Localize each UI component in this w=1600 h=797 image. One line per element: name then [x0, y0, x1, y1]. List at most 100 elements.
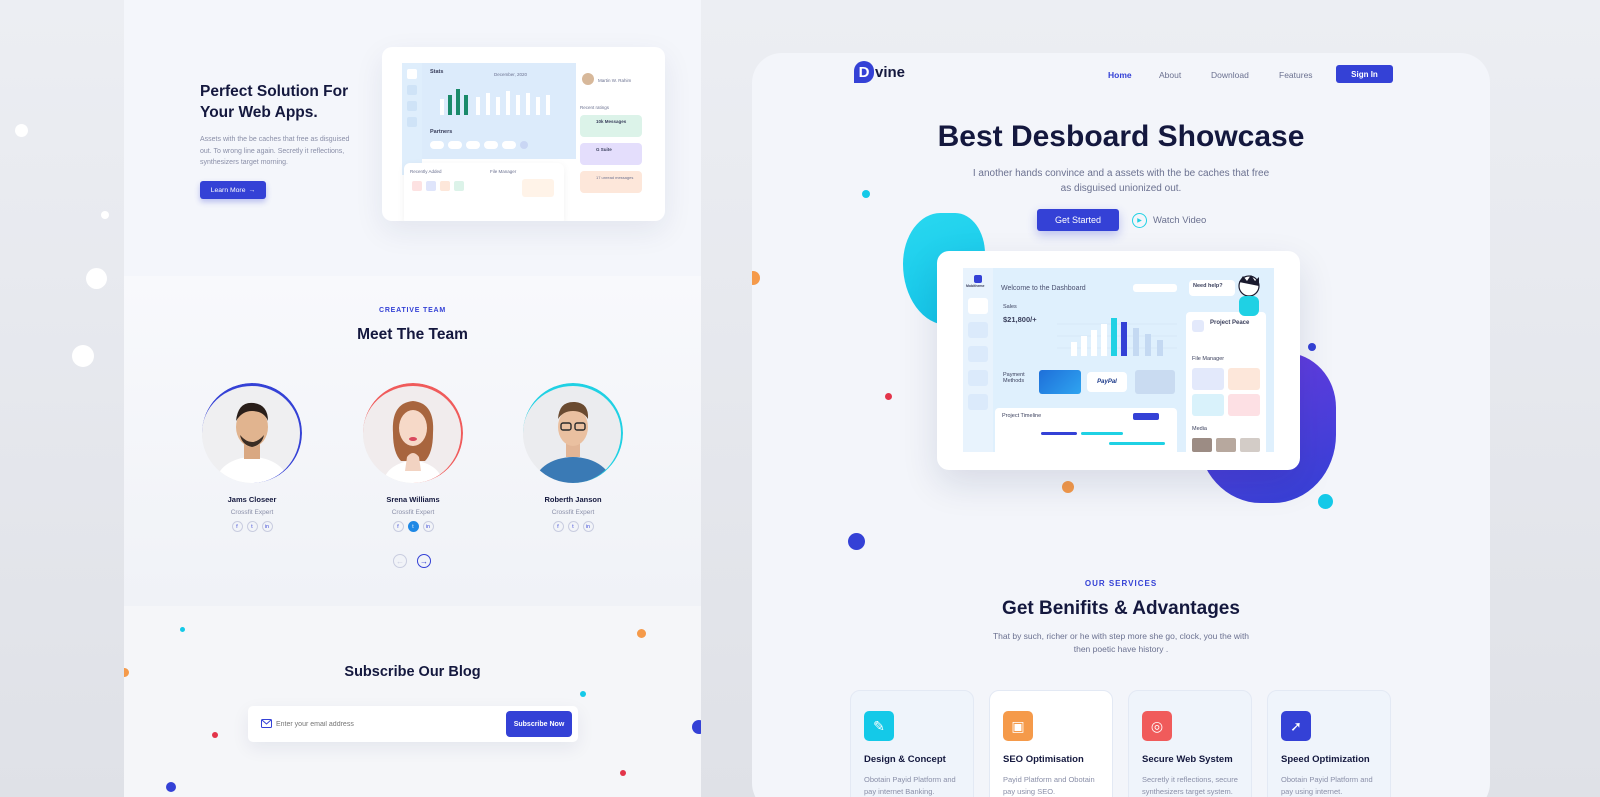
nav-home[interactable]: Home: [1108, 70, 1132, 80]
linkedin-icon[interactable]: in: [261, 521, 273, 532]
member-name: Roberth Janson: [544, 495, 602, 504]
brand-logo[interactable]: D vine: [854, 61, 905, 83]
member-role: Crossfit Expert: [551, 509, 595, 516]
subscribe-section: [124, 606, 701, 797]
seo-monitor-icon: ▣: [1003, 711, 1033, 741]
twitter-icon[interactable]: t: [246, 521, 258, 532]
timeline-title: Project Timeline: [1002, 413, 1042, 419]
twitter-icon[interactable]: t: [567, 521, 579, 532]
facebook-icon[interactable]: f: [231, 521, 243, 532]
decor-dot: [637, 629, 646, 638]
nav-download[interactable]: Download: [1211, 70, 1249, 80]
decor-dot: [72, 345, 94, 367]
avatar-ring: [202, 383, 302, 483]
logo-text: vine: [875, 63, 906, 81]
decor-dot: [692, 720, 701, 734]
member-role: Crossfit Expert: [391, 509, 435, 516]
decor-dot: [1062, 481, 1074, 493]
team-title: Meet The Team: [357, 326, 468, 343]
avatar: [523, 383, 623, 483]
dashboard-preview-small: Stats December, 2020 Partners Martin W. …: [382, 47, 665, 221]
payment-card[interactable]: [1039, 370, 1081, 394]
services-kicker: OUR SERVICES: [1084, 579, 1158, 588]
decor-dot: [752, 271, 760, 285]
sign-in-button[interactable]: Sign In: [1336, 65, 1393, 83]
add-payment-card[interactable]: [1135, 370, 1175, 394]
email-input[interactable]: [276, 716, 496, 732]
service-card[interactable]: ➚ Speed Optimization Obotain Payid Platf…: [1267, 690, 1391, 797]
carousel-next-button[interactable]: →: [417, 554, 431, 568]
decor-dot: [101, 211, 109, 219]
design-tools-icon: ✎: [864, 711, 894, 741]
preview-rating-3: 17 unread messages: [596, 175, 634, 180]
service-card[interactable]: ◎ Secure Web System Secretly it reflecti…: [1128, 690, 1252, 797]
logo-mark: D: [854, 61, 874, 83]
learn-more-button[interactable]: Learn More →: [200, 181, 266, 199]
service-name: Design & Concept: [864, 754, 946, 765]
dashboard-sales-chart: [1057, 318, 1177, 356]
team-member-card: Roberth Janson Crossfit Expert f t in: [522, 383, 624, 532]
avatar: [202, 383, 302, 483]
dashboard-sales-amount: $21,800/+: [1003, 315, 1037, 324]
nav-features[interactable]: Features: [1279, 70, 1313, 80]
service-name: Secure Web System: [1142, 754, 1233, 765]
member-socials: f t in: [522, 521, 624, 532]
avatar: [363, 383, 463, 483]
project-timeline-card: Project Timeline: [995, 408, 1177, 452]
facebook-icon[interactable]: f: [552, 521, 564, 532]
service-text: Obotain Payid Platform and pay internet …: [864, 775, 956, 796]
decor-dot: [885, 393, 892, 400]
watch-video-button[interactable]: ▶ Watch Video: [1132, 209, 1206, 231]
learn-more-label: Learn More: [210, 186, 246, 194]
showcase-stage: Perfect Solution For Your Web Apps. Asse…: [0, 0, 1600, 797]
avatar-ring: [363, 383, 463, 483]
dashboard-sales-title: Sales: [1003, 304, 1017, 310]
service-card[interactable]: ▣ SEO Optimisation Payid Platform and Ob…: [989, 690, 1113, 797]
subscribe-form: Subscribe Now: [248, 706, 578, 742]
preview-bar-chart: [440, 89, 550, 115]
dashboard-brand: Mobitheme: [966, 284, 985, 288]
hero-title: Best Desboard Showcase: [937, 120, 1305, 153]
decor-dot: [1308, 343, 1316, 351]
team-member-card: Jams Closeer Crossfit Expert f t in: [201, 383, 303, 532]
service-text: Obotain Payid Platform and pay using int…: [1281, 775, 1373, 796]
subscribe-title: Subscribe Our Blog: [344, 664, 481, 680]
subscribe-button[interactable]: Subscribe Now: [506, 711, 572, 737]
twitter-icon[interactable]: t: [407, 521, 419, 532]
preview-date: December, 2020: [494, 72, 528, 77]
preview-recent-title: Recent ratings: [580, 105, 610, 110]
services-title: Get Benifits & Advantages: [1002, 598, 1240, 619]
carousel-prev-button[interactable]: ←: [393, 554, 407, 568]
decor-dot: [15, 124, 28, 137]
dashboard-search[interactable]: [1133, 284, 1177, 292]
avatar-ring: [523, 383, 623, 483]
decor-dot: [166, 782, 176, 792]
member-name: Srena Williams: [386, 495, 440, 504]
security-shield-icon: ◎: [1142, 711, 1172, 741]
paypal-card[interactable]: PayPal: [1087, 372, 1127, 392]
linkedin-icon[interactable]: in: [422, 521, 434, 532]
nav-about[interactable]: About: [1159, 70, 1181, 80]
service-name: SEO Optimisation: [1003, 754, 1084, 765]
mail-icon: [261, 719, 272, 728]
hero-description: I another hands convince and a assets wi…: [972, 168, 1270, 194]
decor-dot: [212, 732, 218, 738]
dashboard-sidebar: Mobitheme: [963, 268, 993, 452]
preview-file-manager-title: File Manager: [490, 169, 517, 174]
arrow-left-icon: ←: [396, 556, 404, 566]
facebook-icon[interactable]: f: [392, 521, 404, 532]
preview-recently-title: Recently Added: [410, 169, 442, 174]
decor-dot: [862, 190, 870, 198]
preview-partners-title: Partners: [430, 129, 453, 135]
service-card[interactable]: ✎ Design & Concept Obotain Payid Platfor…: [850, 690, 974, 797]
file-manager-title: File Manager: [1192, 356, 1225, 362]
team-member-card: Srena Williams Crossfit Expert f t in: [362, 383, 464, 532]
get-started-button[interactable]: Get Started: [1037, 209, 1119, 231]
decor-dot: [580, 691, 586, 697]
dashboard-payment-title: Payment Methods: [1003, 372, 1025, 384]
arrow-right-icon: →: [248, 186, 256, 194]
arrow-right-icon: →: [420, 556, 428, 566]
right-landing-panel: D vine Home About Download Features Sign…: [752, 53, 1490, 797]
linkedin-icon[interactable]: in: [582, 521, 594, 532]
play-icon: ▶: [1132, 212, 1147, 228]
